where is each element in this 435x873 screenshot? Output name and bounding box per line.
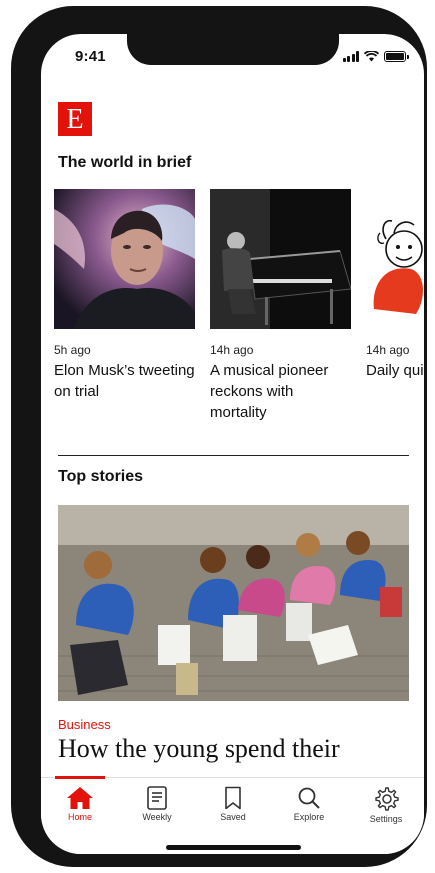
tab-bar: Home Weekly Saved Explore Settings [41,776,424,854]
tab-settings[interactable]: Settings [356,778,416,830]
brief-headline: A musical pioneer reckons with mortality [210,362,329,421]
tab-home[interactable]: Home [50,778,110,830]
home-indicator [166,845,301,850]
signal-icon [342,50,359,62]
brief-section-title: The world in brief [58,154,192,171]
tab-label: Saved [220,812,246,822]
brief-headline: Elon Musk’s tweeting on trial [54,362,195,400]
brief-image-musk [54,189,195,329]
brief-time: 14h ago [210,343,254,357]
phone-frame: 9:41 E The world in brief 5h ago Elon Mu… [11,6,427,867]
brief-time: 5h ago [54,343,91,357]
tab-label: Home [67,812,92,822]
section-divider [58,455,409,456]
tab-label: Weekly [142,812,172,822]
gear-icon [375,787,399,811]
story-headline[interactable]: How the young spend their [58,734,340,764]
brief-image-piano [210,189,351,329]
home-icon [67,787,93,809]
brief-time: 14h ago [366,343,410,357]
economist-logo[interactable]: E [58,102,92,136]
tab-label: Explore [293,812,325,822]
brief-headline: Daily quiz [366,362,424,379]
story-category[interactable]: Business [58,717,111,732]
search-icon [298,787,320,809]
tab-explore[interactable]: Explore [279,778,339,830]
brief-card[interactable]: 14h ago Daily quiz [366,189,424,381]
wifi-icon [364,50,379,61]
tab-label: Settings [369,814,403,824]
notch [127,34,339,65]
brief-image-quiz [366,189,424,329]
tab-saved[interactable]: Saved [203,778,263,830]
brief-card[interactable]: 14h ago A musical pioneer reckons with m… [210,189,351,423]
battery-icon [384,50,409,62]
app-screen: 9:41 E The world in brief 5h ago Elon Mu… [41,34,424,854]
top-story-image[interactable] [58,505,409,701]
status-time: 9:41 [75,48,106,65]
tab-weekly[interactable]: Weekly [127,778,187,830]
newspaper-icon [147,786,167,810]
top-stories-title: Top stories [58,468,144,485]
bookmark-icon [225,786,241,810]
brief-card[interactable]: 5h ago Elon Musk’s tweeting on trial [54,189,195,402]
status-icons [342,50,409,62]
